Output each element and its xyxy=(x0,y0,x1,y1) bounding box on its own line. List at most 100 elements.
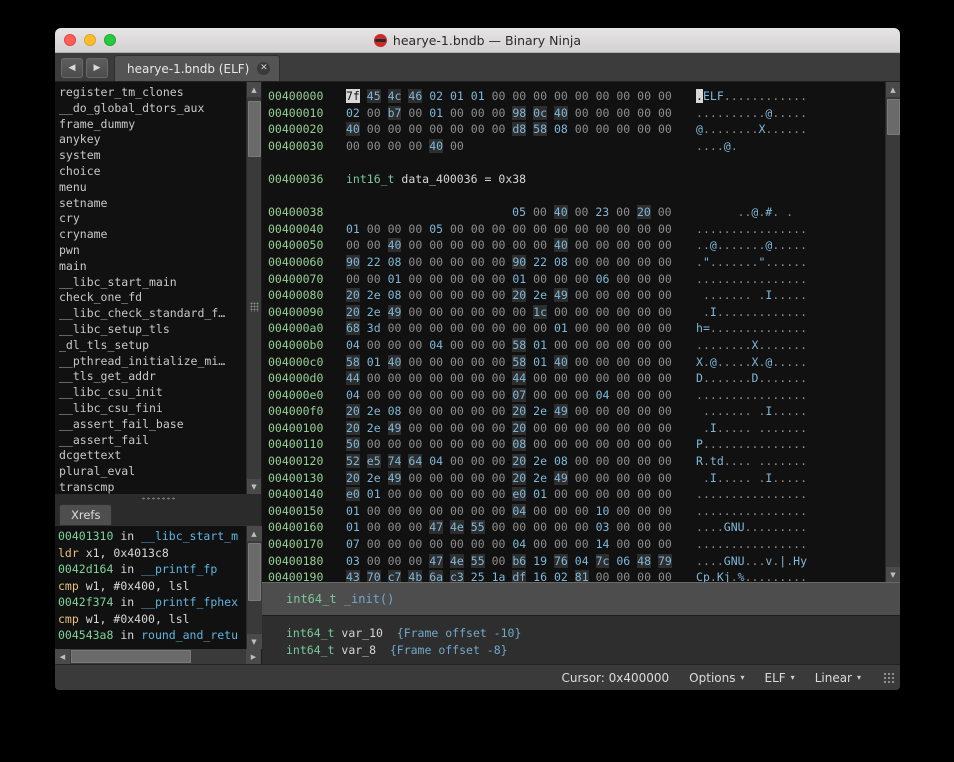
tab-xrefs[interactable]: Xrefs xyxy=(59,504,113,525)
xref-entry[interactable]: 00401310 in __libc_start_m xyxy=(58,528,246,545)
function-list-item[interactable]: cry xyxy=(59,211,246,227)
close-icon[interactable]: ✕ xyxy=(257,62,271,75)
xref-entry[interactable]: 0042d164 in __printf_fp xyxy=(58,561,246,578)
tab-hearye-bndb[interactable]: hearye-1.bndb (ELF) ✕ xyxy=(114,55,281,81)
panel-splitter[interactable] xyxy=(55,494,261,503)
function-list-item[interactable]: __libc_check_standard_f… xyxy=(59,306,246,322)
hex-row[interactable]: 00400040 01 00 00 00 05 00 00 00-00 00 00… xyxy=(262,221,885,238)
xrefs-hscrollbar[interactable]: ◀ ▶ xyxy=(55,649,261,664)
function-list-item[interactable]: __assert_fail_base xyxy=(59,417,246,433)
xrefs-scrollbar[interactable]: ▲ ▼ xyxy=(246,526,262,649)
hex-row[interactable]: 004000f0 20 2e 08 00 00 00 00 00-20 2e 49… xyxy=(262,403,885,420)
scroll-down-icon[interactable]: ▼ xyxy=(246,634,262,649)
function-list-item[interactable]: plural_eval xyxy=(59,464,246,480)
hex-row[interactable]: 00400010 02 00 b7 00 01 00 00 00-98 0c 40… xyxy=(262,105,885,122)
scroll-thumb[interactable] xyxy=(886,99,900,135)
hscroll-thumb[interactable] xyxy=(71,650,191,663)
hex-row[interactable]: 00400060 90 22 08 00 00 00 00 00-90 22 08… xyxy=(262,254,885,271)
code-line[interactable]: int64_t var_8 {Frame offset -8} xyxy=(286,642,900,659)
hex-row[interactable]: 00400190 43 70 c7 4b 6a c3 25 1a-df 16 02… xyxy=(262,569,885,582)
scroll-right-icon[interactable]: ▶ xyxy=(246,649,261,664)
hex-row[interactable]: 00400160 01 00 00 00 47 4e 55 00-00 00 00… xyxy=(262,519,885,536)
hex-row[interactable]: 00400030 00 00 00 00 40 00 ....@. xyxy=(262,138,885,155)
xref-instruction[interactable]: ldr x1, 0x4013c8 xyxy=(58,545,246,562)
main-scrollbar[interactable]: ▲ ▼ xyxy=(885,82,900,582)
scroll-down-icon[interactable]: ▼ xyxy=(246,479,261,494)
function-list-item[interactable]: __tls_get_addr xyxy=(59,369,246,385)
function-list-item[interactable]: setname xyxy=(59,196,246,212)
xref-entry[interactable]: 004543a8 in round_and_retu xyxy=(58,627,246,644)
function-list-item[interactable]: __assert_fail xyxy=(59,433,246,449)
hex-row[interactable]: 00400070 00 00 01 00 00 00 00 00-01 00 00… xyxy=(262,271,885,288)
xref-entry[interactable]: 0042f374 in __printf_fphex xyxy=(58,594,246,611)
hex-row[interactable]: 00400150 01 00 00 00 00 00 00 00-04 00 00… xyxy=(262,503,885,520)
function-list-item[interactable]: system xyxy=(59,148,246,164)
function-list-scrollbar[interactable]: ▲ ▼ xyxy=(246,82,261,494)
hex-type-row[interactable]: 00400036 int16_t data_400036 = 0x38 xyxy=(262,171,885,188)
code-view[interactable]: int64_t var_10 {Frame offset -10} int64_t… xyxy=(262,616,900,664)
scroll-track[interactable] xyxy=(885,97,900,567)
function-list-item[interactable]: __libc_setup_tls xyxy=(59,322,246,338)
function-list-item[interactable]: __libc_csu_fini xyxy=(59,401,246,417)
function-list-item[interactable]: __pthread_initialize_mi… xyxy=(59,354,246,370)
hex-row[interactable]: 004000b0 04 00 00 00 04 00 00 00-58 01 00… xyxy=(262,337,885,354)
xrefs-list[interactable]: 00401310 in __libc_start_m ldr x1, 0x401… xyxy=(55,526,246,649)
hex-row[interactable]: 00400170 07 00 00 00 00 00 00 00-04 00 00… xyxy=(262,536,885,553)
forward-button[interactable]: ▶ xyxy=(86,58,108,78)
hex-row[interactable] xyxy=(262,154,885,171)
function-list-item[interactable]: main xyxy=(59,259,246,275)
hex-row[interactable]: 004000a0 68 3d 00 00 00 00 00 00-00 00 01… xyxy=(262,320,885,337)
function-list-item[interactable]: transcmp xyxy=(59,480,246,494)
hscroll-track[interactable] xyxy=(70,649,246,664)
hex-row[interactable]: 00400140 e0 01 00 00 00 00 00 00-e0 01 00… xyxy=(262,486,885,503)
function-list-item[interactable]: anykey xyxy=(59,132,246,148)
scroll-up-icon[interactable]: ▲ xyxy=(246,82,261,97)
function-list-item[interactable]: check_one_fd xyxy=(59,290,246,306)
options-menu[interactable]: Options ▾ xyxy=(689,671,744,685)
hex-row[interactable]: 00400000 7f 45 4c 46 02 01 01 00-00 00 00… xyxy=(262,88,885,105)
code-line[interactable]: int64_t var_10 {Frame offset -10} xyxy=(286,625,900,642)
scroll-track[interactable] xyxy=(246,97,261,479)
function-list-item[interactable]: __libc_start_main xyxy=(59,275,246,291)
scroll-up-icon[interactable]: ▲ xyxy=(885,82,900,97)
hex-row[interactable]: 004000d0 44 00 00 00 00 00 00 00-44 00 00… xyxy=(262,370,885,387)
hex-row[interactable]: 00400020 40 00 00 00 00 00 00 00-d8 58 08… xyxy=(262,121,885,138)
function-list[interactable]: register_tm_clones __do_global_dtors_aux f… xyxy=(55,82,246,494)
hex-row[interactable]: 00400180 03 00 00 00 47 4e 55 00-b6 19 76… xyxy=(262,553,885,570)
hex-row[interactable]: 00400050 00 00 40 00 00 00 00 00-00 00 40… xyxy=(262,237,885,254)
function-list-item[interactable]: choice xyxy=(59,164,246,180)
hex-row[interactable]: 00400110 50 00 00 00 00 00 00 00-08 00 00… xyxy=(262,436,885,453)
back-button[interactable]: ◀ xyxy=(61,58,83,78)
function-list-item[interactable]: cryname xyxy=(59,227,246,243)
function-list-item[interactable]: pwn xyxy=(59,243,246,259)
hex-dump-view[interactable]: 00400000 7f 45 4c 46 02 01 01 00-00 00 00… xyxy=(262,82,885,582)
scroll-down-icon[interactable]: ▼ xyxy=(885,567,900,582)
hex-row[interactable]: 00400120 52 e5 74 64 04 00 00 00-20 2e 08… xyxy=(262,453,885,470)
hex-row[interactable]: 00400130 20 2e 49 00 00 00 00 00-20 2e 49… xyxy=(262,470,885,487)
resize-grip-icon[interactable] xyxy=(883,672,894,683)
xref-instruction[interactable]: cmp w1, #0x400, lsl xyxy=(58,578,246,595)
hex-row[interactable] xyxy=(262,188,885,205)
function-list-item[interactable]: _dl_tls_setup xyxy=(59,338,246,354)
hex-row[interactable]: 00400080 20 2e 08 00 00 00 00 00-20 2e 49… xyxy=(262,287,885,304)
scroll-track[interactable] xyxy=(246,541,262,634)
hex-row[interactable]: 00400100 20 2e 49 00 00 00 00 00-20 00 00… xyxy=(262,420,885,437)
format-menu[interactable]: ELF ▾ xyxy=(765,671,795,685)
function-list-item[interactable]: register_tm_clones xyxy=(59,85,246,101)
scroll-up-icon[interactable]: ▲ xyxy=(246,526,262,541)
view-menu[interactable]: Linear ▾ xyxy=(815,671,861,685)
hex-row[interactable]: 00400090 20 2e 49 00 00 00 00 00-00 1c 00… xyxy=(262,304,885,321)
function-list-item[interactable]: dcgettext xyxy=(59,448,246,464)
function-list-item[interactable]: menu xyxy=(59,180,246,196)
function-list-item[interactable]: __do_global_dtors_aux xyxy=(59,101,246,117)
hex-row[interactable]: 004000e0 04 00 00 00 00 00 00 00-07 00 00… xyxy=(262,387,885,404)
scroll-left-icon[interactable]: ◀ xyxy=(55,649,70,664)
scroll-thumb[interactable] xyxy=(247,101,261,157)
scroll-thumb[interactable] xyxy=(247,543,261,601)
hex-row[interactable]: 00400038 05 00 40 00 23 00 20 00 ..@.#. … xyxy=(262,204,885,221)
function-list-item[interactable]: frame_dummy xyxy=(59,117,246,133)
hex-row[interactable]: 004000c0 58 01 40 00 00 00 00 00-58 01 40… xyxy=(262,354,885,371)
function-list-item[interactable]: __libc_csu_init xyxy=(59,385,246,401)
function-header[interactable]: int64_t _init() xyxy=(262,582,900,616)
xref-instruction[interactable]: cmp w1, #0x400, lsl xyxy=(58,611,246,628)
